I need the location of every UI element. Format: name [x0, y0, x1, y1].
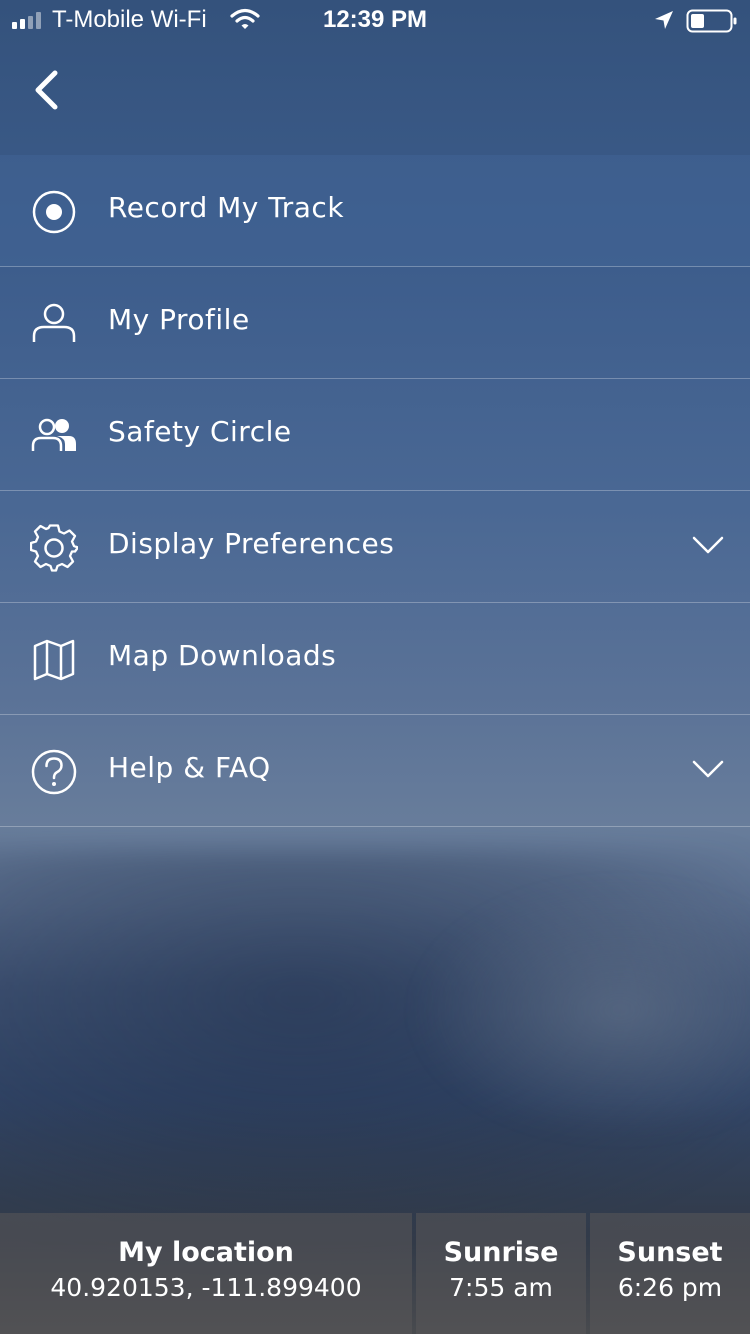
- menu-item-display-preferences[interactable]: Display Preferences: [0, 491, 750, 603]
- status-time: 12:39 PM: [322, 6, 428, 33]
- back-button[interactable]: [20, 64, 72, 116]
- my-location-panel: My location 40.920153, -111.899400: [0, 1213, 412, 1334]
- menu-item-record-my-track[interactable]: Record My Track: [0, 155, 750, 267]
- menu-item-label: Safety Circle: [108, 415, 292, 448]
- map-icon: [33, 639, 75, 681]
- help-icon: [31, 749, 77, 795]
- battery-icon: [686, 9, 737, 33]
- record-icon: [32, 190, 76, 234]
- sunset-time: 6:26 pm: [617, 1273, 723, 1302]
- info-bar: My location 40.920153, -111.899400 Sunri…: [0, 1213, 750, 1334]
- menu-item-help-faq[interactable]: Help & FAQ: [0, 715, 750, 827]
- menu-item-label: My Profile: [108, 303, 250, 336]
- sunset-title: Sunset: [617, 1237, 723, 1268]
- menu-item-label: Record My Track: [108, 191, 345, 224]
- group-icon: [31, 418, 76, 451]
- my-location-coordinates: 40.920153, -111.899400: [50, 1273, 362, 1302]
- menu-item-label: Help & FAQ: [108, 751, 271, 784]
- my-location-title: My location: [118, 1237, 294, 1268]
- sunrise-title: Sunrise: [443, 1237, 559, 1268]
- gear-icon: [30, 524, 78, 572]
- location-arrow-icon: [655, 11, 673, 29]
- status-bar: T-Mobile Wi-Fi 12:39 PM: [0, 0, 750, 40]
- menu-item-label: Display Preferences: [108, 527, 395, 560]
- chevron-down-icon[interactable]: [692, 757, 724, 781]
- sunrise-time: 7:55 am: [449, 1273, 553, 1302]
- sunrise-panel: Sunrise 7:55 am: [416, 1213, 586, 1334]
- menu-item-label: Map Downloads: [108, 639, 337, 672]
- menu-item-safety-circle[interactable]: Safety Circle: [0, 379, 750, 491]
- app-screen: T-Mobile Wi-Fi 12:39 PM Record My Track …: [0, 0, 750, 1334]
- sunset-panel: Sunset 6:26 pm: [590, 1213, 750, 1334]
- chevron-down-icon[interactable]: [692, 533, 724, 557]
- menu-item-my-profile[interactable]: My Profile: [0, 267, 750, 379]
- user-icon: [32, 303, 76, 342]
- chevron-left-icon: [35, 70, 58, 110]
- menu-item-map-downloads[interactable]: Map Downloads: [0, 603, 750, 715]
- side-menu: Record My Track My Profile Safety Circle: [0, 155, 750, 827]
